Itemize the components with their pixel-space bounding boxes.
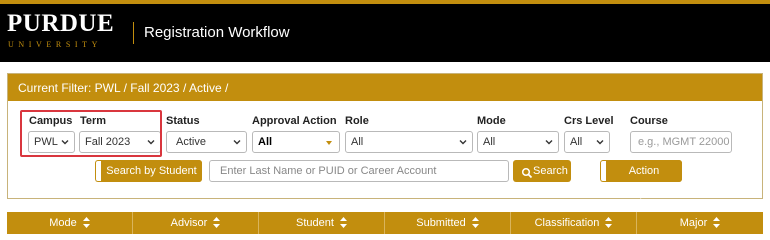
- chevron-down-icon: [594, 136, 606, 148]
- logo-wordmark: PURDUE: [7, 10, 115, 37]
- chevron-down-icon: [543, 136, 555, 148]
- results-table-header: Mode Advisor Student Submitted Classific…: [7, 212, 763, 234]
- header-divider: [133, 22, 134, 44]
- search-by-student-button[interactable]: Search by Student: [95, 160, 202, 182]
- toggle-cap: [95, 160, 101, 182]
- purdue-logo[interactable]: PURDUE UNIVERSITY: [7, 10, 125, 54]
- caret-down-icon: [326, 141, 332, 145]
- column-header-major[interactable]: Major: [637, 212, 763, 234]
- toggle-cap: [600, 160, 606, 182]
- search-button[interactable]: Search: [513, 160, 571, 182]
- search-icon: [521, 165, 533, 179]
- status-label: Status: [166, 115, 200, 127]
- sort-icon: [713, 216, 721, 228]
- crs-level-value: All: [570, 136, 583, 148]
- role-select[interactable]: All: [345, 131, 473, 153]
- approval-action-label: Approval Action: [252, 115, 337, 127]
- sort-icon: [213, 216, 221, 228]
- approval-action-value: All: [258, 136, 273, 148]
- course-input[interactable]: e.g., MGMT 22000: [630, 131, 732, 153]
- search-by-student-label: Search by Student: [106, 165, 197, 177]
- sort-icon: [339, 216, 347, 228]
- chevron-down-icon: [231, 136, 243, 148]
- app-title: Registration Workflow: [144, 24, 290, 41]
- crs-level-label: Crs Level: [564, 115, 614, 127]
- column-header-mode[interactable]: Mode: [7, 212, 133, 234]
- current-filter-bar: Current Filter: PWL / Fall 2023 / Active…: [8, 74, 762, 101]
- logo-subtitle: UNIVERSITY: [8, 40, 102, 49]
- role-value: All: [351, 136, 364, 148]
- mode-value: All: [483, 136, 496, 148]
- column-header-classification[interactable]: Classification: [511, 212, 637, 234]
- status-select[interactable]: Active: [166, 131, 247, 153]
- header-gold-rule: [0, 0, 770, 4]
- approval-action-select[interactable]: All: [252, 131, 340, 153]
- student-search-input[interactable]: Enter Last Name or PUID or Career Accoun…: [209, 160, 509, 182]
- current-filter-text: Current Filter: PWL / Fall 2023 / Active…: [18, 81, 229, 95]
- column-header-advisor[interactable]: Advisor: [133, 212, 259, 234]
- column-header-submitted[interactable]: Submitted: [385, 212, 511, 234]
- campus-term-highlight: [20, 110, 162, 157]
- crs-level-select[interactable]: All: [564, 131, 610, 153]
- mode-select[interactable]: All: [477, 131, 559, 153]
- action-required-button[interactable]: Action Required: [600, 160, 682, 199]
- sort-icon: [82, 216, 90, 228]
- sort-icon: [471, 216, 479, 228]
- column-header-student[interactable]: Student: [259, 212, 385, 234]
- app-header: PURDUE UNIVERSITY Registration Workflow: [0, 0, 770, 62]
- course-label: Course: [630, 115, 668, 127]
- role-label: Role: [345, 115, 369, 127]
- status-value: Active: [176, 136, 206, 148]
- chevron-down-icon: [457, 136, 469, 148]
- sort-icon: [605, 216, 613, 228]
- search-button-label: Search: [533, 165, 568, 177]
- mode-label: Mode: [477, 115, 506, 127]
- action-required-label: Action Required: [621, 165, 667, 199]
